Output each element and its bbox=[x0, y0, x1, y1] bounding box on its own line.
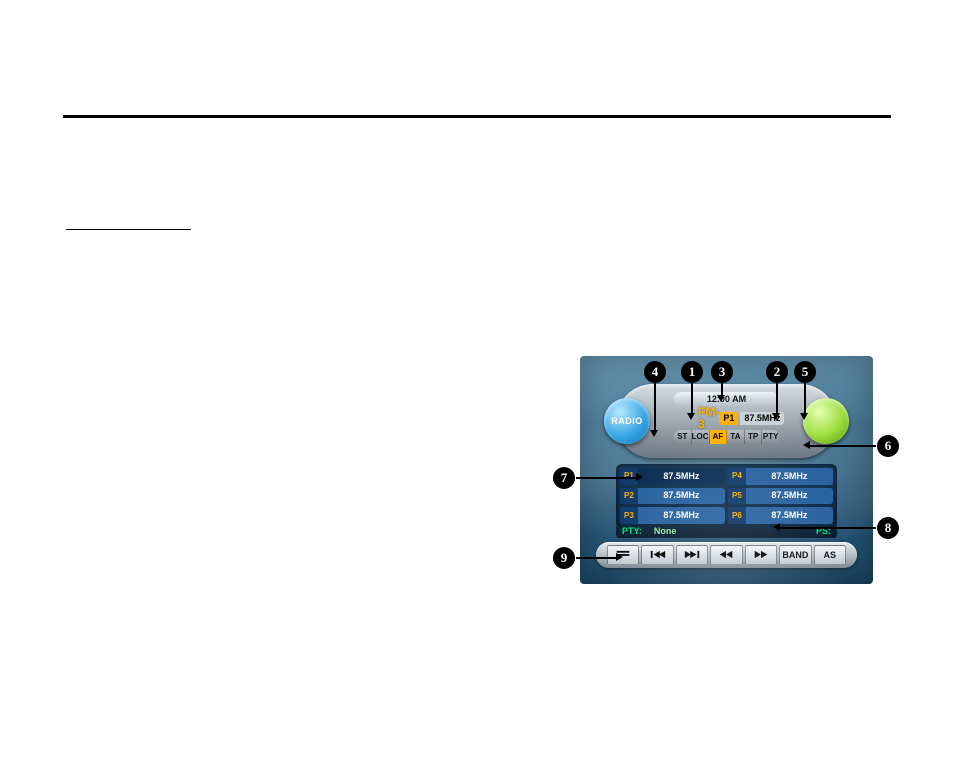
callout-4: 4 bbox=[644, 361, 666, 383]
band-indicator: FM-3 bbox=[698, 406, 719, 430]
tip-2 bbox=[772, 413, 780, 420]
flag-af[interactable]: AF bbox=[710, 430, 728, 444]
preset-num: P2 bbox=[620, 488, 638, 505]
lead-2 bbox=[776, 383, 778, 413]
lead-7 bbox=[576, 477, 636, 479]
callout-8: 8 bbox=[877, 517, 899, 539]
seek-next-button[interactable] bbox=[676, 545, 708, 565]
preset-5[interactable]: P587.5MHz bbox=[728, 488, 833, 505]
preset-freq: 87.5MHz bbox=[746, 491, 833, 500]
callout-3: 3 bbox=[711, 361, 733, 383]
preset-freq: 87.5MHz bbox=[746, 511, 833, 520]
subheading-underline bbox=[66, 229, 191, 230]
mode-badge-label: RADIO bbox=[611, 417, 643, 426]
menu-button[interactable] bbox=[607, 545, 639, 565]
tip-3 bbox=[717, 395, 725, 402]
preset-2[interactable]: P287.5MHz bbox=[620, 488, 725, 505]
seek-next-icon bbox=[683, 550, 701, 561]
callout-1: 1 bbox=[681, 361, 703, 383]
seek-prev-button[interactable] bbox=[641, 545, 673, 565]
preset-num: P3 bbox=[620, 507, 638, 524]
lead-4 bbox=[654, 383, 656, 430]
tune-up-button[interactable] bbox=[745, 545, 777, 565]
as-button[interactable]: AS bbox=[814, 545, 846, 565]
preset-freq: 87.5MHz bbox=[746, 472, 833, 481]
tune-down-icon bbox=[717, 550, 735, 561]
tip-1 bbox=[687, 413, 695, 420]
radio-screenshot: RADIO 12:00 AM FM-3 P1 87.5MHz ST LOC AF… bbox=[580, 356, 873, 584]
pty-value: None bbox=[654, 527, 677, 536]
pty-key: PTY: bbox=[622, 527, 642, 536]
lead-6 bbox=[810, 445, 876, 447]
tune-down-button[interactable] bbox=[710, 545, 742, 565]
preset-grid: P187.5MHz P487.5MHz P287.5MHz P587.5MHz … bbox=[616, 464, 837, 528]
tip-4 bbox=[650, 430, 658, 437]
lead-5 bbox=[804, 383, 806, 413]
tune-up-icon bbox=[752, 550, 770, 561]
control-strip: BAND AS bbox=[596, 542, 857, 568]
horizontal-rule bbox=[63, 115, 891, 118]
callout-6: 6 bbox=[877, 435, 899, 457]
flag-ta[interactable]: TA bbox=[727, 430, 745, 444]
lead-8 bbox=[780, 527, 876, 529]
flag-pty[interactable]: PTY bbox=[762, 430, 779, 444]
preset-freq: 87.5MHz bbox=[638, 491, 725, 500]
flag-st[interactable]: ST bbox=[674, 430, 692, 444]
rds-flags: ST LOC AF TA TP PTY bbox=[674, 430, 779, 444]
tip-8 bbox=[773, 523, 780, 531]
preset-num: P6 bbox=[728, 507, 746, 524]
current-preset: P1 bbox=[719, 412, 738, 425]
callout-2: 2 bbox=[766, 361, 788, 383]
flag-tp[interactable]: TP bbox=[745, 430, 763, 444]
mode-badge[interactable]: RADIO bbox=[604, 398, 650, 444]
clock-bar: 12:00 AM bbox=[674, 392, 779, 406]
callout-7: 7 bbox=[553, 467, 575, 489]
preset-4[interactable]: P487.5MHz bbox=[728, 468, 833, 485]
callout-9: 9 bbox=[553, 547, 575, 569]
callout-5: 5 bbox=[794, 361, 816, 383]
seek-prev-icon bbox=[649, 550, 667, 561]
lead-1 bbox=[691, 383, 693, 413]
lead-3 bbox=[721, 383, 723, 395]
lead-9 bbox=[576, 557, 616, 559]
page: 4 1 3 2 5 6 8 7 9 RADIO 12:00 AM FM-3 P1… bbox=[0, 0, 954, 781]
preset-num: P4 bbox=[728, 468, 746, 485]
tip-9 bbox=[616, 553, 623, 561]
preset-3[interactable]: P387.5MHz bbox=[620, 507, 725, 524]
preset-freq: 87.5MHz bbox=[638, 472, 725, 481]
power-badge[interactable] bbox=[803, 398, 849, 444]
tip-7 bbox=[636, 473, 643, 481]
band-button[interactable]: BAND bbox=[779, 545, 811, 565]
preset-num: P5 bbox=[728, 488, 746, 505]
preset-freq: 87.5MHz bbox=[638, 511, 725, 520]
tip-6 bbox=[803, 441, 810, 449]
tip-5 bbox=[800, 413, 808, 420]
preset-6[interactable]: P687.5MHz bbox=[728, 507, 833, 524]
flag-loc[interactable]: LOC bbox=[692, 430, 710, 444]
